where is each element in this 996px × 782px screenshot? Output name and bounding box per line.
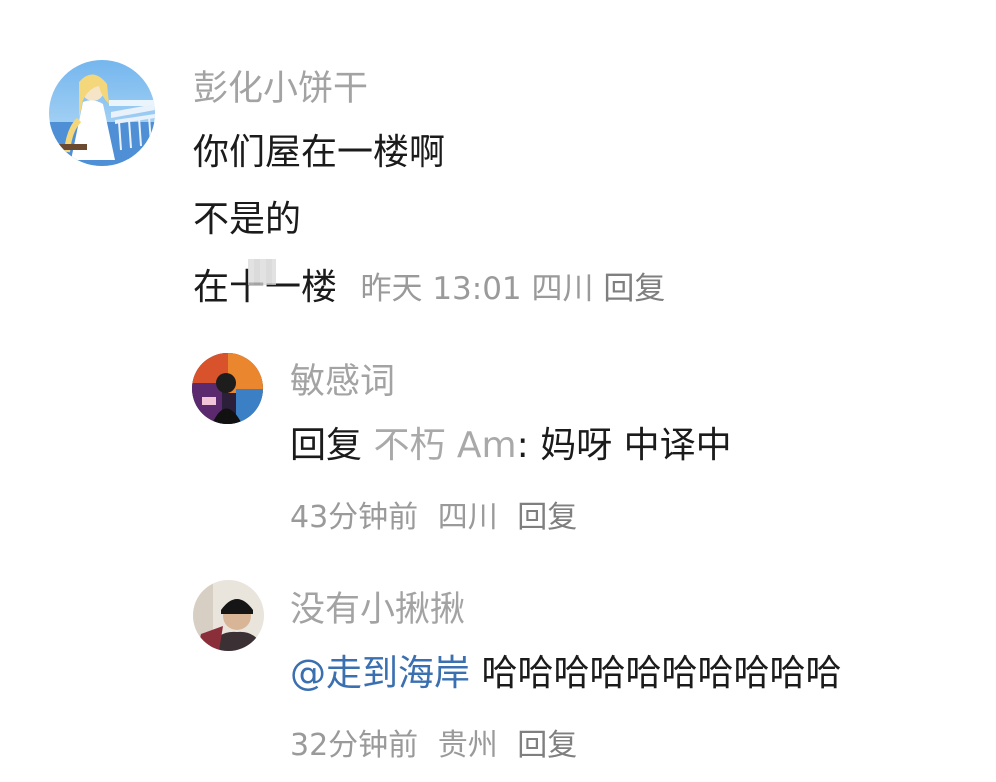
reply-2-meta: 32分钟前 贵州 回复 (290, 726, 587, 766)
reply-2-username[interactable]: 没有小揪揪 (290, 588, 465, 632)
reply-1-text: 妈呀 中译中 (528, 425, 732, 466)
reply-2-mention[interactable]: @走到海岸 (290, 653, 470, 694)
reply-1-target[interactable]: 不朽 Am (373, 425, 516, 466)
comment-line-3-row: 在十一楼 昨天 13:01 四川 回复 (193, 259, 665, 312)
reply-1-separator: : (516, 425, 529, 466)
comment-meta: 昨天 13:01 四川 回复 (360, 271, 665, 307)
reply-2-location: 贵州 (437, 728, 498, 763)
commenter-username[interactable]: 彭化小饼干 (193, 67, 368, 111)
comment-line-1: 你们屋在一楼啊 (193, 132, 446, 173)
reply-2-content: @走到海岸 哈哈哈哈哈哈哈哈哈哈 (290, 651, 841, 697)
reply-1-username[interactable]: 敏感词 (290, 360, 395, 404)
reply-1-prefix: 回复 (290, 425, 363, 466)
reply-1-meta: 43分钟前 四川 回复 (290, 498, 587, 538)
reply-1-content: 回复 不朽 Am: 妈呀 中译中 (290, 423, 732, 469)
avatar-person-black-hat-icon (193, 580, 264, 651)
reply-button[interactable]: 回复 (603, 271, 665, 307)
avatar-reply-2[interactable] (193, 580, 264, 651)
avatar-main-commenter[interactable] (49, 60, 155, 166)
avatar-reply-1[interactable] (192, 353, 263, 424)
reply-1-time: 43分钟前 (290, 500, 419, 535)
comment-line-3: 在十一楼 (193, 259, 337, 311)
comment-line-2: 不是的 (193, 199, 302, 240)
reply-2-reply-button[interactable]: 回复 (517, 728, 577, 763)
avatar-colorful-photo-icon (192, 353, 263, 424)
avatar-anime-girl-sea-icon (49, 60, 155, 166)
reply-2-time: 32分钟前 (290, 728, 419, 763)
comment-location: 四川 (531, 271, 594, 307)
reply-2-text: 哈哈哈哈哈哈哈哈哈哈 (470, 653, 842, 694)
reply-1-reply-button[interactable]: 回复 (517, 500, 577, 535)
reply-1-location: 四川 (437, 500, 498, 535)
comment-time: 昨天 13:01 (360, 271, 522, 307)
